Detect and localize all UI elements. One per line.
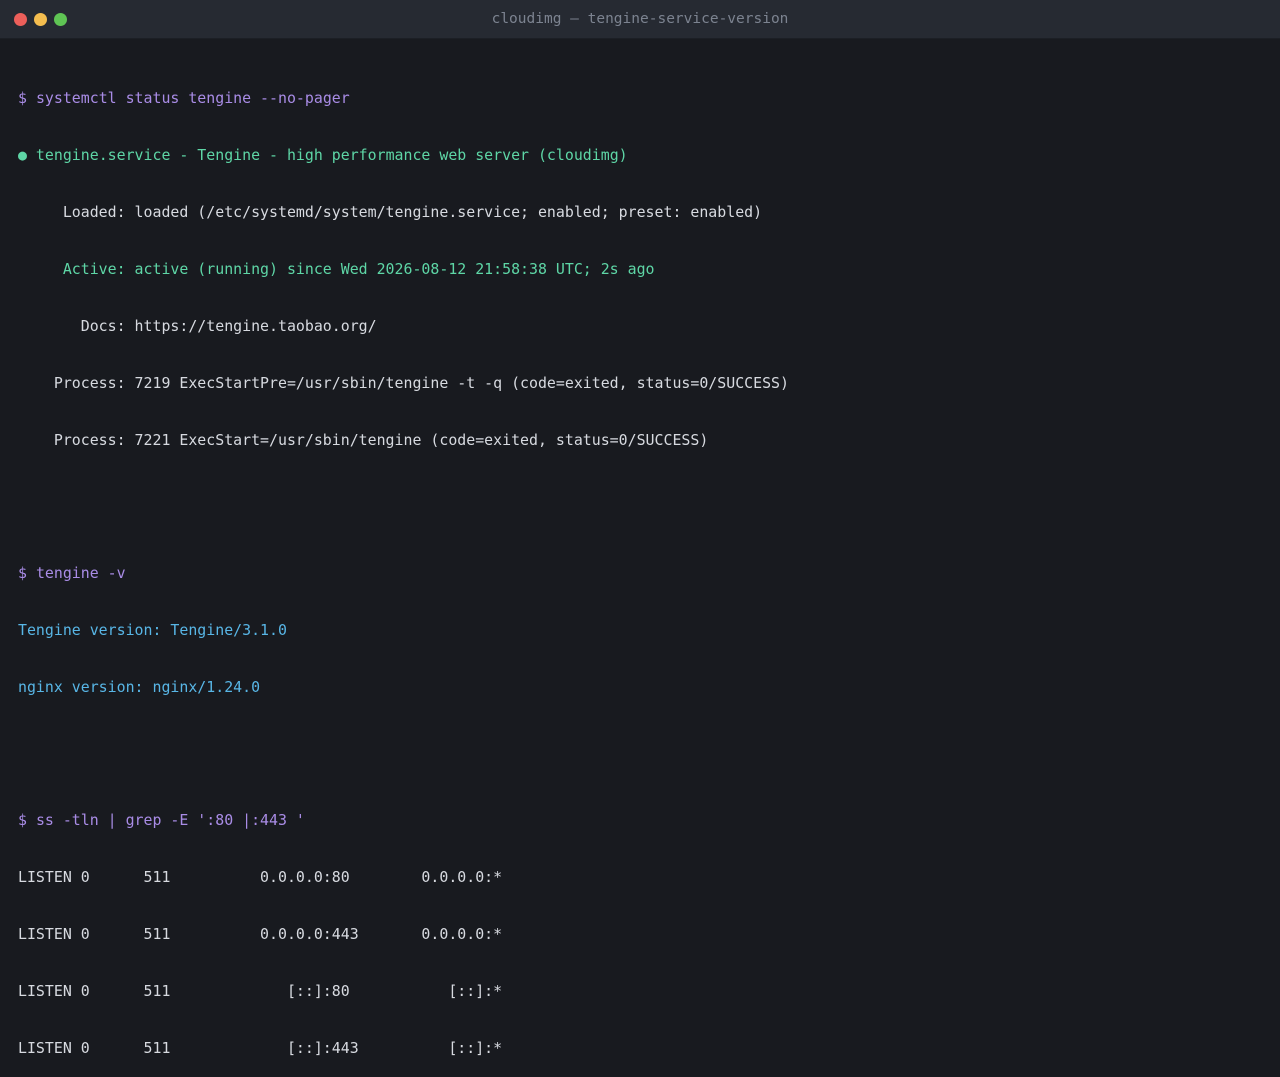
terminal-output[interactable]: $ systemctl status tengine --no-pager ● …: [18, 51, 1262, 1077]
service-description: tengine.service - Tengine - high perform…: [26, 146, 628, 164]
loaded-line: Loaded: loaded (/etc/systemd/system/teng…: [18, 203, 763, 221]
window-titlebar: cloudimg — tengine-service-version: [0, 0, 1280, 39]
socket-row: LISTEN 0 511 [::]:443 [::]:*: [18, 1039, 503, 1057]
command-line: $ systemctl status tengine --no-pager: [18, 89, 1262, 108]
socket-row: LISTEN 0 511 [::]:80 [::]:*: [18, 982, 503, 1000]
tengine-version-line: Tengine version: Tengine/3.1.0: [18, 621, 287, 639]
nginx-version-line: nginx version: nginx/1.24.0: [18, 678, 261, 696]
window-title: cloudimg — tengine-service-version: [491, 11, 789, 27]
shell-prompt: $: [18, 811, 36, 829]
socket-row: LISTEN 0 511 0.0.0.0:443 0.0.0.0:*: [18, 925, 503, 943]
service-status-line: ● tengine.service - Tengine - high perfo…: [18, 146, 1262, 165]
socket-row: LISTEN 0 511 0.0.0.0:80 0.0.0.0:*: [18, 868, 503, 886]
shell-prompt: $: [18, 564, 36, 582]
process-line: Process: 7221 ExecStart=/usr/sbin/tengin…: [18, 431, 709, 449]
process-line: Process: 7219 ExecStartPre=/usr/sbin/ten…: [18, 374, 789, 392]
command-line: $ tengine -v: [18, 564, 1262, 583]
command-line: $ ss -tln | grep -E ':80 |:443 ': [18, 811, 1262, 830]
active-line: Active: active (running) since Wed 2026-…: [18, 260, 655, 278]
command-text: tengine -v: [35, 564, 126, 582]
shell-prompt: $: [18, 89, 36, 107]
docs-line: Docs: https://tengine.taobao.org/: [18, 317, 377, 335]
command-text: systemctl status tengine --no-pager: [35, 89, 350, 107]
status-dot-icon: ●: [18, 146, 27, 164]
command-text: ss -tln | grep -E ':80 |:443 ': [35, 811, 305, 829]
